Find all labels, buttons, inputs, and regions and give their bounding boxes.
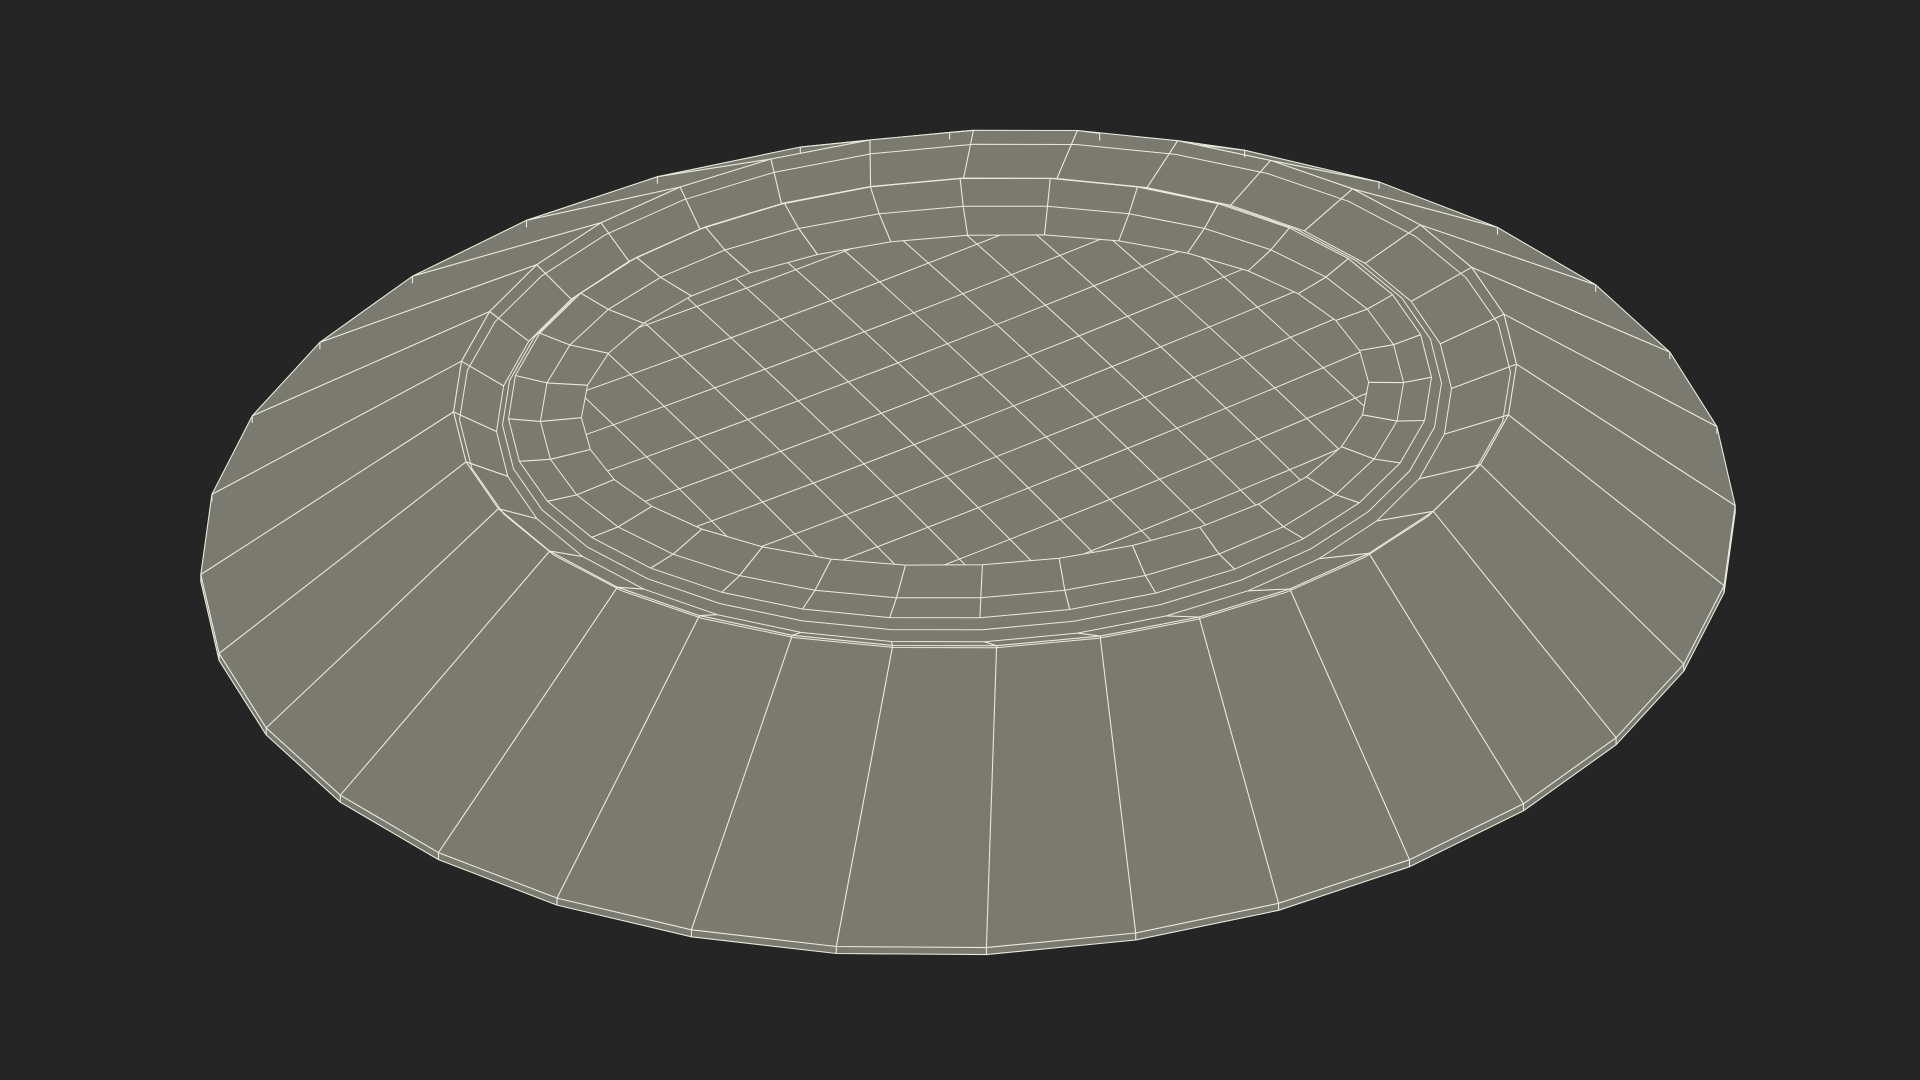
plate-wireframe-model [200, 129, 1736, 956]
well-spoke-edge [1396, 419, 1425, 422]
3d-viewport[interactable] [0, 0, 1920, 1080]
wall-spoke-edge [869, 139, 872, 187]
